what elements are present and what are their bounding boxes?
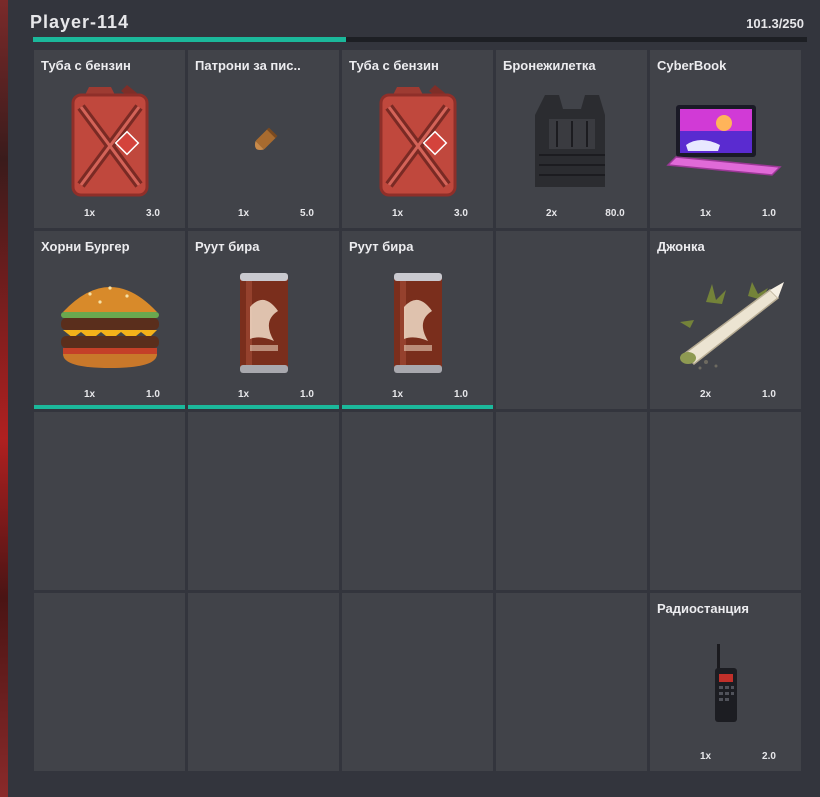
item-weight: 5.0 (300, 208, 314, 219)
item-weight: 1.0 (300, 389, 314, 400)
item-name: Хорни Бургер (41, 239, 130, 254)
empty-inventory-slot[interactable] (342, 412, 493, 590)
item-name: Патрони за пис.. (195, 58, 301, 73)
inventory-slot[interactable]: Патрони за пис.. 1x 5.0 (188, 50, 339, 228)
item-weight: 2.0 (762, 751, 776, 762)
jerrycan-icon (342, 80, 493, 202)
item-durability-bar (342, 405, 493, 409)
item-weight: 1.0 (762, 389, 776, 400)
vest-icon (496, 80, 647, 202)
item-quantity: 1x (700, 208, 712, 219)
item-weight: 3.0 (146, 208, 160, 219)
inventory-slot[interactable]: Туба с бензин 1x 3.0 (34, 50, 185, 228)
bullet-icon (188, 80, 339, 202)
item-quantity: 1x (392, 208, 404, 219)
inventory-slot[interactable]: Туба с бензин 1x 3.0 (342, 50, 493, 228)
empty-inventory-slot[interactable] (342, 593, 493, 771)
inventory-slot[interactable]: Радиостанция 1x 2.0 (650, 593, 801, 771)
inventory-slot[interactable]: CyberBook 1x 1.0 (650, 50, 801, 228)
inventory-slot[interactable]: Бронежилетка 2x 80.0 (496, 50, 647, 228)
item-name: Бронежилетка (503, 58, 596, 73)
item-quantity: 1x (700, 751, 712, 762)
item-name: Туба с бензин (349, 58, 439, 73)
item-weight: 1.0 (146, 389, 160, 400)
empty-inventory-slot[interactable] (188, 593, 339, 771)
radio-icon (650, 623, 801, 745)
empty-inventory-slot[interactable] (496, 593, 647, 771)
inventory-slot[interactable]: Руут бира 1x 1.0 (188, 231, 339, 409)
item-quantity: 1x (392, 389, 404, 400)
jerrycan-icon (34, 80, 185, 202)
empty-inventory-slot[interactable] (34, 412, 185, 590)
weight-readout: 101.3/250 (746, 16, 804, 31)
joint-icon (650, 261, 801, 383)
inventory-slot[interactable]: Хорни Бургер 1x 1.0 (34, 231, 185, 409)
item-name: Радиостанция (657, 601, 749, 616)
empty-inventory-slot[interactable] (650, 412, 801, 590)
item-weight: 1.0 (454, 389, 468, 400)
laptop-icon (650, 80, 801, 202)
item-quantity: 1x (84, 389, 96, 400)
inventory-header: Player-114 101.3/250 (30, 12, 804, 38)
burger-icon (34, 261, 185, 383)
empty-inventory-slot[interactable] (496, 231, 647, 409)
empty-inventory-slot[interactable] (188, 412, 339, 590)
item-name: Руут бира (195, 239, 260, 254)
item-durability-bar (188, 405, 339, 409)
item-quantity: 1x (238, 208, 250, 219)
can-icon (188, 261, 339, 383)
inventory-slot[interactable]: Руут бира 1x 1.0 (342, 231, 493, 409)
empty-inventory-slot[interactable] (496, 412, 647, 590)
item-weight: 1.0 (762, 208, 776, 219)
empty-inventory-slot[interactable] (34, 593, 185, 771)
weight-bar (33, 37, 807, 42)
item-name: Туба с бензин (41, 58, 131, 73)
item-quantity: 1x (84, 208, 96, 219)
weight-bar-fill (33, 37, 347, 42)
inventory-grid: Туба с бензин 1x 3.0 Патрони за пис.. 1x 5.… (34, 50, 801, 771)
item-name: CyberBook (657, 58, 727, 73)
item-quantity: 2x (700, 389, 712, 400)
item-quantity: 1x (238, 389, 250, 400)
inventory-slot[interactable]: Джонка 2x 1.0 (650, 231, 801, 409)
item-name: Джонка (657, 239, 705, 254)
item-quantity: 2x (546, 208, 558, 219)
item-durability-bar (34, 405, 185, 409)
can-icon (342, 261, 493, 383)
player-name: Player-114 (30, 12, 130, 32)
item-weight: 3.0 (454, 208, 468, 219)
item-weight: 80.0 (605, 208, 625, 219)
item-name: Руут бира (349, 239, 414, 254)
